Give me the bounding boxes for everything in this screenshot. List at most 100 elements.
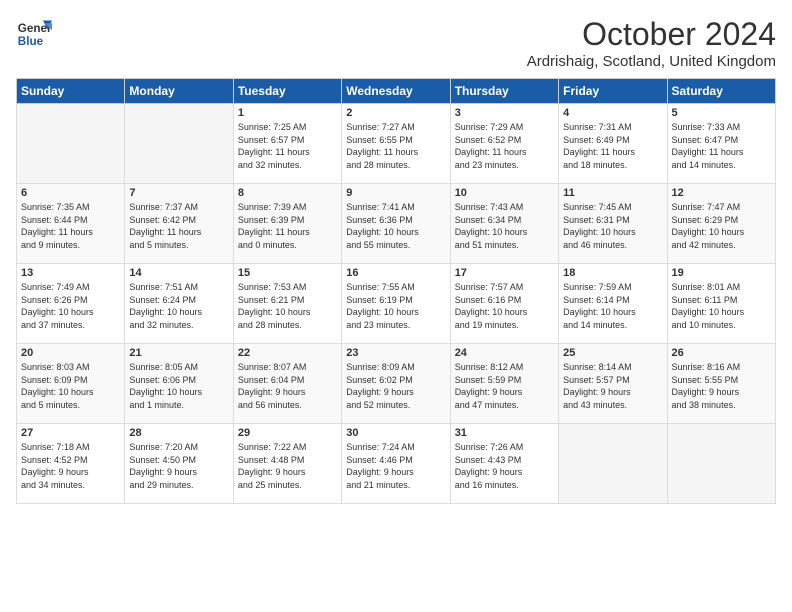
day-number: 25 [563,347,662,359]
calendar-day: 11Sunrise: 7:45 AM Sunset: 6:31 PM Dayli… [559,184,667,264]
calendar-day: 30 Sunrise: 7:24 AM Sunset: 4:46 PM Dayli… [342,424,450,504]
day-info: Sunrise: 8:16 AM Sunset: 5:55 PM Dayligh… [672,361,771,411]
calendar-day: 29 Sunrise: 7:22 AM Sunset: 4:48 PM Dayli… [233,424,341,504]
day-info: Sunrise: 7:31 AM Sunset: 6:49 PM Dayligh… [563,121,662,171]
day-number: 8 [238,187,337,199]
day-info: Sunrise: 7:27 AM Sunset: 6:55 PM Dayligh… [346,121,445,171]
calendar-week-2: 6Sunrise: 7:35 AM Sunset: 6:44 PM Daylig… [17,184,776,264]
calendar-day: 17 Sunrise: 7:57 AM Sunset: 6:16 PM Dayli… [450,264,558,344]
col-header-tuesday: Tuesday [233,79,341,104]
day-number: 17 [455,267,554,279]
calendar-day: 8 Sunrise: 7:39 AM Sunset: 6:39 PM Daylig… [233,184,341,264]
calendar-day [667,424,775,504]
day-info: Sunrise: 8:03 AM Sunset: 6:09 PM Dayligh… [21,361,120,411]
calendar-day: 21 Sunrise: 8:05 AM Sunset: 6:06 PM Dayli… [125,344,233,424]
day-info: Sunrise: 7:26 AM Sunset: 4:43 PM Dayligh… [455,441,554,491]
day-number: 22 [238,347,337,359]
col-header-sunday: Sunday [17,79,125,104]
day-info: Sunrise: 7:20 AM Sunset: 4:50 PM Dayligh… [129,441,228,491]
day-number: 1 [238,107,337,119]
calendar-day: 23Sunrise: 8:09 AM Sunset: 6:02 PM Dayli… [342,344,450,424]
day-info: Sunrise: 7:33 AM Sunset: 6:47 PM Dayligh… [672,121,771,171]
calendar-table: SundayMondayTuesdayWednesdayThursdayFrid… [16,78,776,504]
calendar-day: 18 Sunrise: 7:59 AM Sunset: 6:14 PM Dayli… [559,264,667,344]
day-number: 24 [455,347,554,359]
day-info: Sunrise: 8:05 AM Sunset: 6:06 PM Dayligh… [129,361,228,411]
day-number: 9 [346,187,445,199]
day-number: 3 [455,107,554,119]
calendar-day [17,104,125,184]
location: Ardrishaig, Scotland, United Kingdom [527,53,776,70]
calendar-day: 24Sunrise: 8:12 AM Sunset: 5:59 PM Dayli… [450,344,558,424]
day-info: Sunrise: 7:51 AM Sunset: 6:24 PM Dayligh… [129,281,228,331]
day-info: Sunrise: 7:18 AM Sunset: 4:52 PM Dayligh… [21,441,120,491]
day-number: 13 [21,267,120,279]
day-info: Sunrise: 8:01 AM Sunset: 6:11 PM Dayligh… [672,281,771,331]
day-number: 7 [129,187,228,199]
calendar-day: 26 Sunrise: 8:16 AM Sunset: 5:55 PM Dayli… [667,344,775,424]
calendar-day [125,104,233,184]
page-header: General Blue October 2024 Ardrishaig, Sc… [16,16,776,70]
day-info: Sunrise: 7:25 AM Sunset: 6:57 PM Dayligh… [238,121,337,171]
calendar-day: 1 Sunrise: 7:25 AM Sunset: 6:57 PM Daylig… [233,104,341,184]
calendar-day: 9 Sunrise: 7:41 AM Sunset: 6:36 PM Daylig… [342,184,450,264]
day-number: 14 [129,267,228,279]
month-title: October 2024 [527,16,776,53]
day-info: Sunrise: 7:29 AM Sunset: 6:52 PM Dayligh… [455,121,554,171]
day-number: 6 [21,187,120,199]
calendar-day: 10Sunrise: 7:43 AM Sunset: 6:34 PM Dayli… [450,184,558,264]
calendar-day [559,424,667,504]
calendar-day: 13 Sunrise: 7:49 AM Sunset: 6:26 PM Dayli… [17,264,125,344]
calendar-day: 12 Sunrise: 7:47 AM Sunset: 6:29 PM Dayli… [667,184,775,264]
logo: General Blue [16,16,52,52]
day-info: Sunrise: 7:57 AM Sunset: 6:16 PM Dayligh… [455,281,554,331]
calendar-week-5: 27Sunrise: 7:18 AM Sunset: 4:52 PM Dayli… [17,424,776,504]
day-number: 31 [455,427,554,439]
day-info: Sunrise: 7:41 AM Sunset: 6:36 PM Dayligh… [346,201,445,251]
day-number: 26 [672,347,771,359]
day-number: 30 [346,427,445,439]
day-number: 16 [346,267,445,279]
day-number: 11 [563,187,662,199]
day-number: 12 [672,187,771,199]
day-info: Sunrise: 7:22 AM Sunset: 4:48 PM Dayligh… [238,441,337,491]
day-info: Sunrise: 7:49 AM Sunset: 6:26 PM Dayligh… [21,281,120,331]
day-info: Sunrise: 7:47 AM Sunset: 6:29 PM Dayligh… [672,201,771,251]
col-header-thursday: Thursday [450,79,558,104]
calendar-day: 16 Sunrise: 7:55 AM Sunset: 6:19 PM Dayli… [342,264,450,344]
calendar-day: 7 Sunrise: 7:37 AM Sunset: 6:42 PM Daylig… [125,184,233,264]
calendar-day: 15 Sunrise: 7:53 AM Sunset: 6:21 PM Dayli… [233,264,341,344]
day-info: Sunrise: 7:39 AM Sunset: 6:39 PM Dayligh… [238,201,337,251]
day-number: 29 [238,427,337,439]
title-block: October 2024 Ardrishaig, Scotland, Unite… [527,16,776,70]
calendar-day: 28 Sunrise: 7:20 AM Sunset: 4:50 PM Dayli… [125,424,233,504]
col-header-monday: Monday [125,79,233,104]
day-number: 15 [238,267,337,279]
day-info: Sunrise: 7:59 AM Sunset: 6:14 PM Dayligh… [563,281,662,331]
day-info: Sunrise: 7:55 AM Sunset: 6:19 PM Dayligh… [346,281,445,331]
day-number: 4 [563,107,662,119]
day-info: Sunrise: 7:37 AM Sunset: 6:42 PM Dayligh… [129,201,228,251]
day-info: Sunrise: 7:24 AM Sunset: 4:46 PM Dayligh… [346,441,445,491]
calendar-day: 20 Sunrise: 8:03 AM Sunset: 6:09 PM Dayli… [17,344,125,424]
day-number: 5 [672,107,771,119]
day-info: Sunrise: 7:43 AM Sunset: 6:34 PM Dayligh… [455,201,554,251]
day-info: Sunrise: 7:53 AM Sunset: 6:21 PM Dayligh… [238,281,337,331]
day-number: 19 [672,267,771,279]
day-number: 28 [129,427,228,439]
day-info: Sunrise: 8:07 AM Sunset: 6:04 PM Dayligh… [238,361,337,411]
calendar-week-1: 1 Sunrise: 7:25 AM Sunset: 6:57 PM Daylig… [17,104,776,184]
calendar-day: 2Sunrise: 7:27 AM Sunset: 6:55 PM Daylig… [342,104,450,184]
day-number: 21 [129,347,228,359]
col-header-friday: Friday [559,79,667,104]
day-number: 20 [21,347,120,359]
logo-icon: General Blue [16,16,52,52]
day-number: 18 [563,267,662,279]
day-number: 23 [346,347,445,359]
calendar-day: 4 Sunrise: 7:31 AM Sunset: 6:49 PM Daylig… [559,104,667,184]
calendar-header-row: SundayMondayTuesdayWednesdayThursdayFrid… [17,79,776,104]
calendar-week-3: 13 Sunrise: 7:49 AM Sunset: 6:26 PM Dayli… [17,264,776,344]
day-info: Sunrise: 8:14 AM Sunset: 5:57 PM Dayligh… [563,361,662,411]
calendar-day: 14 Sunrise: 7:51 AM Sunset: 6:24 PM Dayli… [125,264,233,344]
calendar-day: 31 Sunrise: 7:26 AM Sunset: 4:43 PM Dayli… [450,424,558,504]
